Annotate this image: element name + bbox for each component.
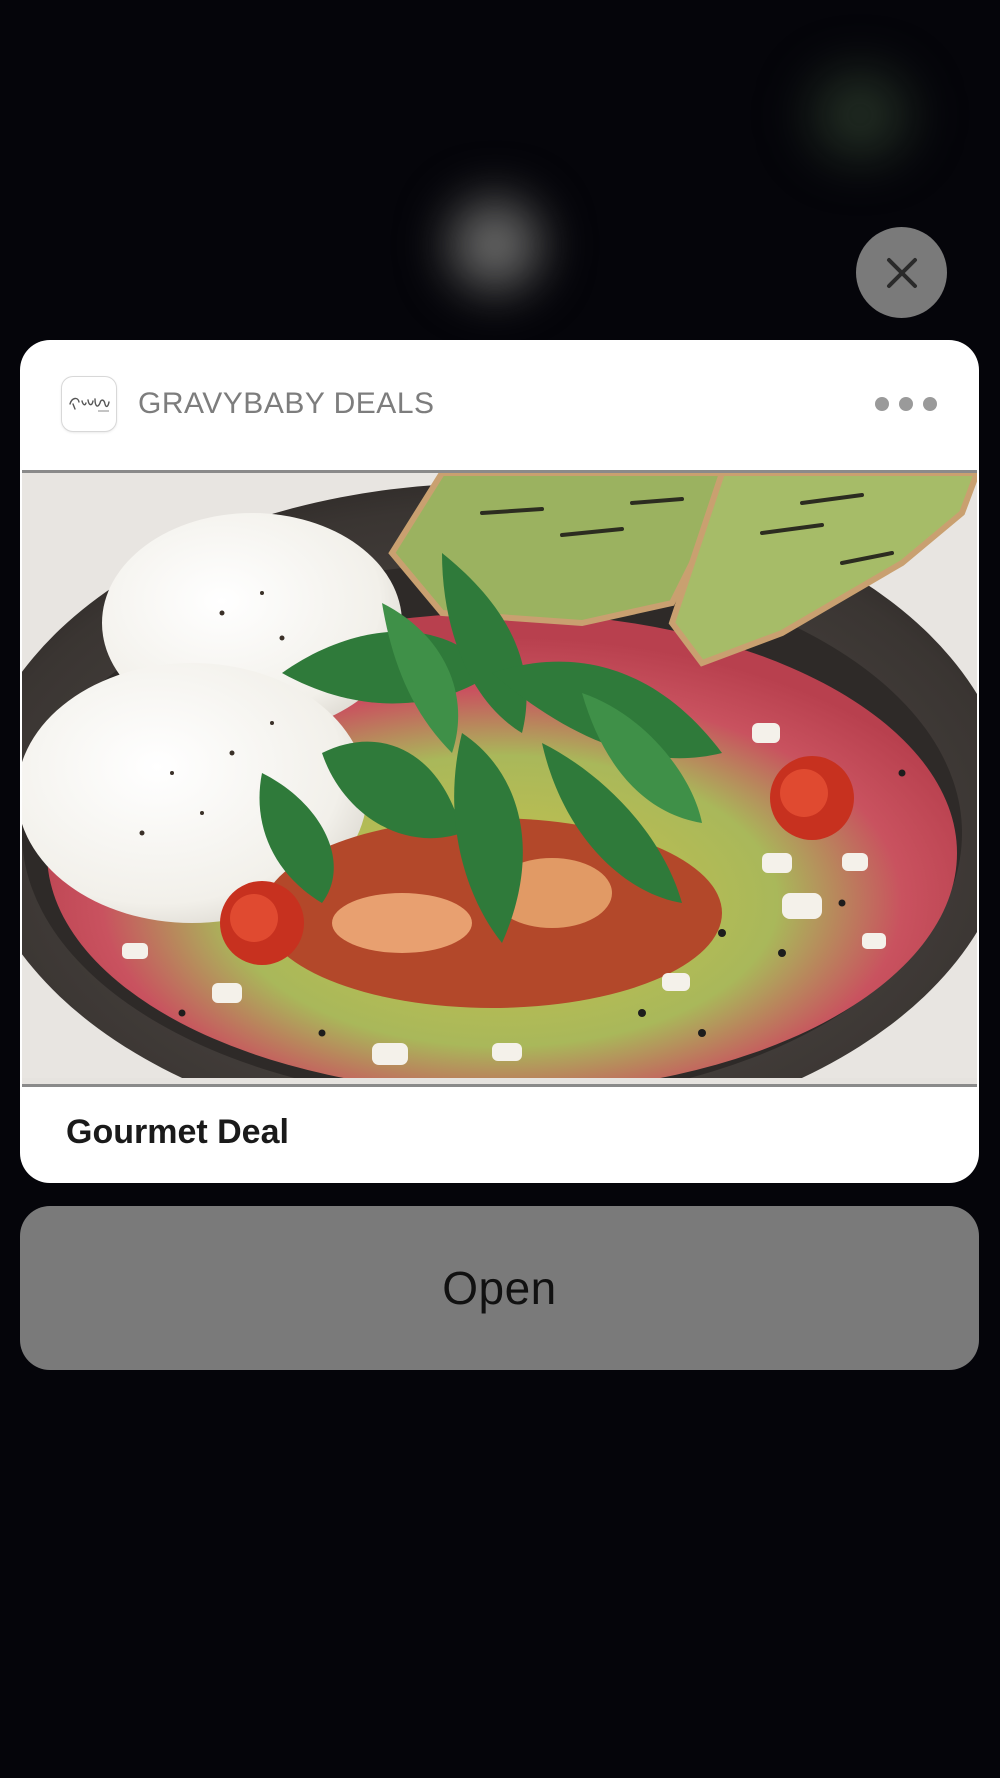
more-options-icon xyxy=(899,397,913,411)
background-blur-light xyxy=(440,190,550,300)
close-icon xyxy=(886,257,917,288)
more-options-button[interactable] xyxy=(875,396,937,412)
gravybaby-logo xyxy=(69,397,110,412)
open-button-label: Open xyxy=(442,1262,557,1314)
more-options-icon xyxy=(875,397,889,411)
more-options-icon xyxy=(923,397,937,411)
food-photo xyxy=(22,470,977,1087)
notification-title: Gourmet Deal xyxy=(66,1113,289,1151)
open-button[interactable]: Open xyxy=(20,1206,979,1370)
app-name: GRAVYBABY DEALS xyxy=(138,387,435,420)
notification-screen: GRAVYBABY DEALS Gourmet Deal Open xyxy=(0,0,1000,1778)
background-blur-green xyxy=(790,60,930,170)
close-button[interactable] xyxy=(856,227,947,318)
notification-card[interactable]: GRAVYBABY DEALS Gourmet Deal xyxy=(20,340,979,1183)
food-photo-dish xyxy=(22,473,977,1084)
app-icon xyxy=(62,377,116,431)
notification-header: GRAVYBABY DEALS xyxy=(20,340,979,470)
